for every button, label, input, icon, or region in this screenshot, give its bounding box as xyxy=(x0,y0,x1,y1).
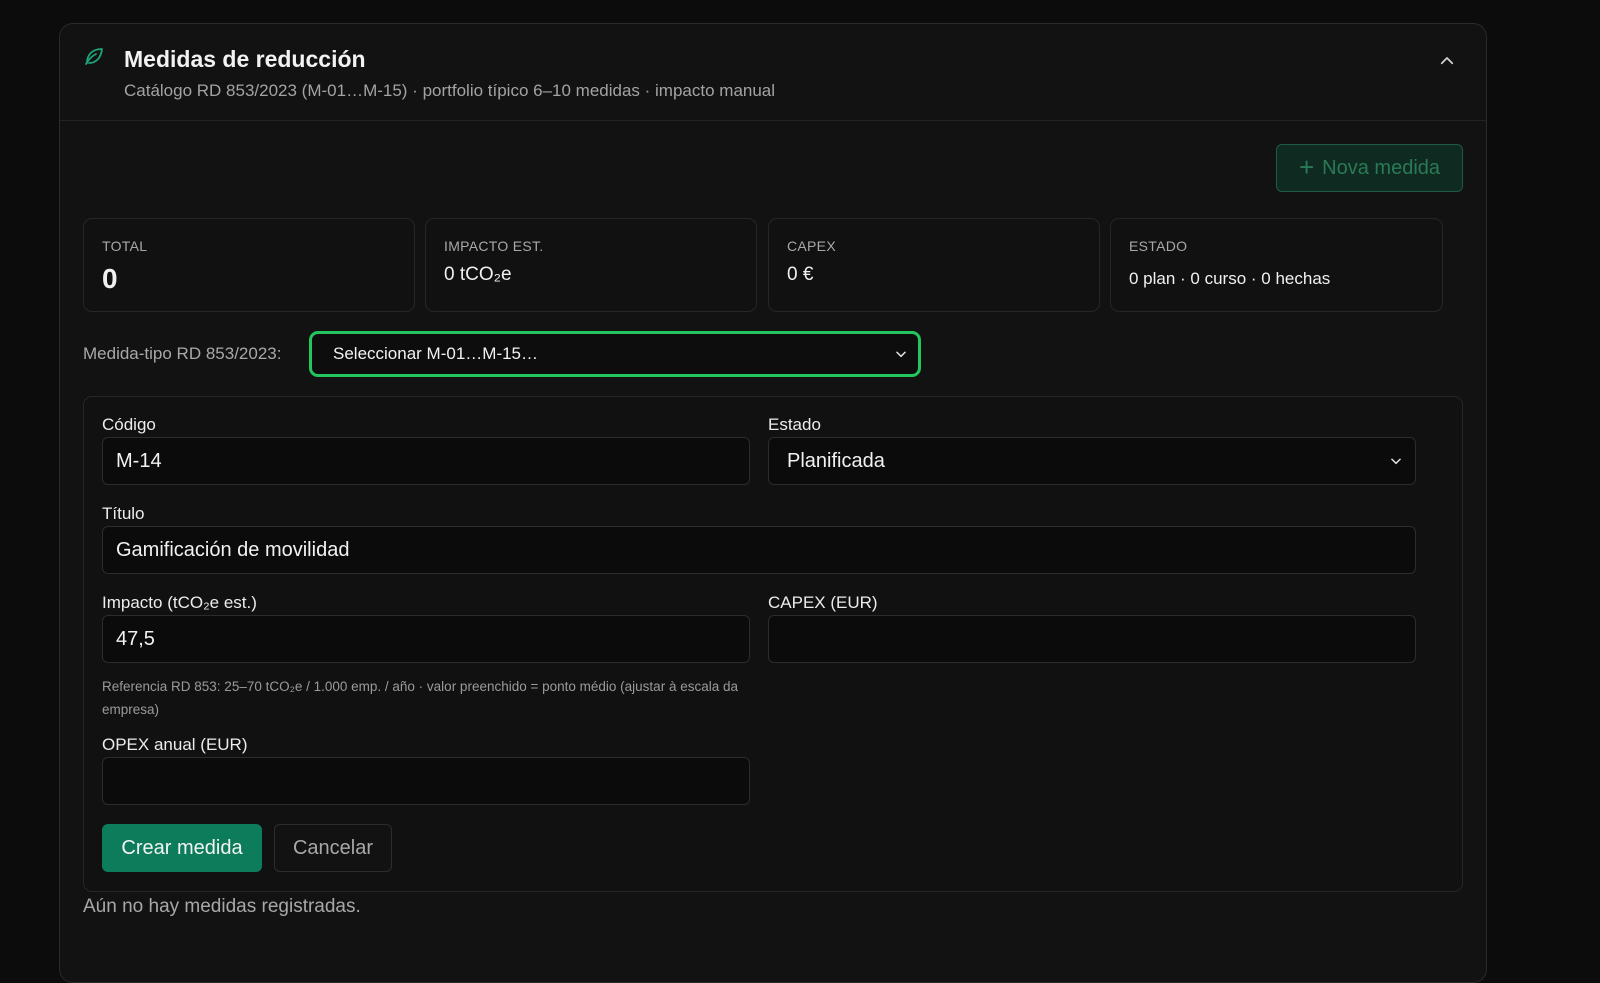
capex-input[interactable] xyxy=(768,615,1416,663)
status-value: Planificada xyxy=(787,449,885,472)
stat-capex: CAPEX 0 € xyxy=(768,218,1100,312)
leaf-icon xyxy=(85,48,103,65)
new-measure-button[interactable]: + Nova medida xyxy=(1276,144,1463,192)
chevron-up-icon[interactable] xyxy=(1438,52,1456,70)
measure-type-select[interactable]: Seleccionar M-01…M-15… xyxy=(309,331,921,377)
chevron-down-icon xyxy=(1391,458,1401,465)
impact-hint: Referencia RD 853: 25–70 tCO₂e / 1.000 e… xyxy=(102,679,738,717)
capex-label: CAPEX (EUR) xyxy=(768,593,878,612)
reduction-measures-panel: Medidas de reducción Catálogo RD 853/202… xyxy=(59,23,1487,983)
cancel-button[interactable]: Cancelar xyxy=(274,824,392,872)
stat-label: TOTAL xyxy=(102,238,148,254)
opex-label: OPEX anual (EUR) xyxy=(102,735,248,754)
empty-state-message: Aún no hay medidas registradas. xyxy=(83,896,361,917)
title-value: Gamificación de movilidad xyxy=(116,538,350,561)
stat-total: TOTAL 0 xyxy=(83,218,415,312)
status-label: Estado xyxy=(768,415,821,434)
stat-value: 0 xyxy=(102,263,118,294)
stat-value: 0 plan · 0 curso · 0 hechas xyxy=(1129,269,1331,288)
plus-icon: + xyxy=(1298,151,1315,182)
title-input[interactable]: Gamificación de movilidad xyxy=(102,526,1416,574)
stat-impact: IMPACTO EST. 0 tCO₂e xyxy=(425,218,757,312)
code-value: M-14 xyxy=(116,449,162,472)
stat-label: ESTADO xyxy=(1129,238,1188,254)
stat-label: CAPEX xyxy=(787,238,836,254)
measure-type-label: Medida-tipo RD 853/2023: xyxy=(83,344,282,363)
stat-status: ESTADO 0 plan · 0 curso · 0 hechas xyxy=(1110,218,1443,312)
impact-label: Impacto (tCO₂e est.) xyxy=(102,593,257,612)
stat-value: 0 € xyxy=(787,264,814,285)
create-measure-button[interactable]: Crear medida xyxy=(102,824,262,872)
new-measure-label: Nova medida xyxy=(1322,156,1441,179)
title-label: Título xyxy=(102,504,145,523)
measure-type-value: Seleccionar M-01…M-15… xyxy=(333,344,539,363)
stat-label: IMPACTO EST. xyxy=(444,238,544,254)
measure-form: Código M-14 Estado Planificada Título Ga… xyxy=(83,396,1463,892)
impact-value: 47,5 xyxy=(116,627,155,650)
panel-header[interactable]: Medidas de reducción Catálogo RD 853/202… xyxy=(60,24,1486,121)
status-select[interactable]: Planificada xyxy=(768,437,1416,485)
code-label: Código xyxy=(102,415,156,434)
chevron-down-icon xyxy=(896,351,906,358)
panel-subtitle: Catálogo RD 853/2023 (M-01…M-15) · portf… xyxy=(124,81,776,100)
stat-value: 0 tCO₂e xyxy=(444,264,512,285)
code-input[interactable]: M-14 xyxy=(102,437,750,485)
impact-input[interactable]: 47,5 xyxy=(102,615,750,663)
panel-title: Medidas de reducción xyxy=(124,46,366,72)
opex-input[interactable] xyxy=(102,757,750,805)
